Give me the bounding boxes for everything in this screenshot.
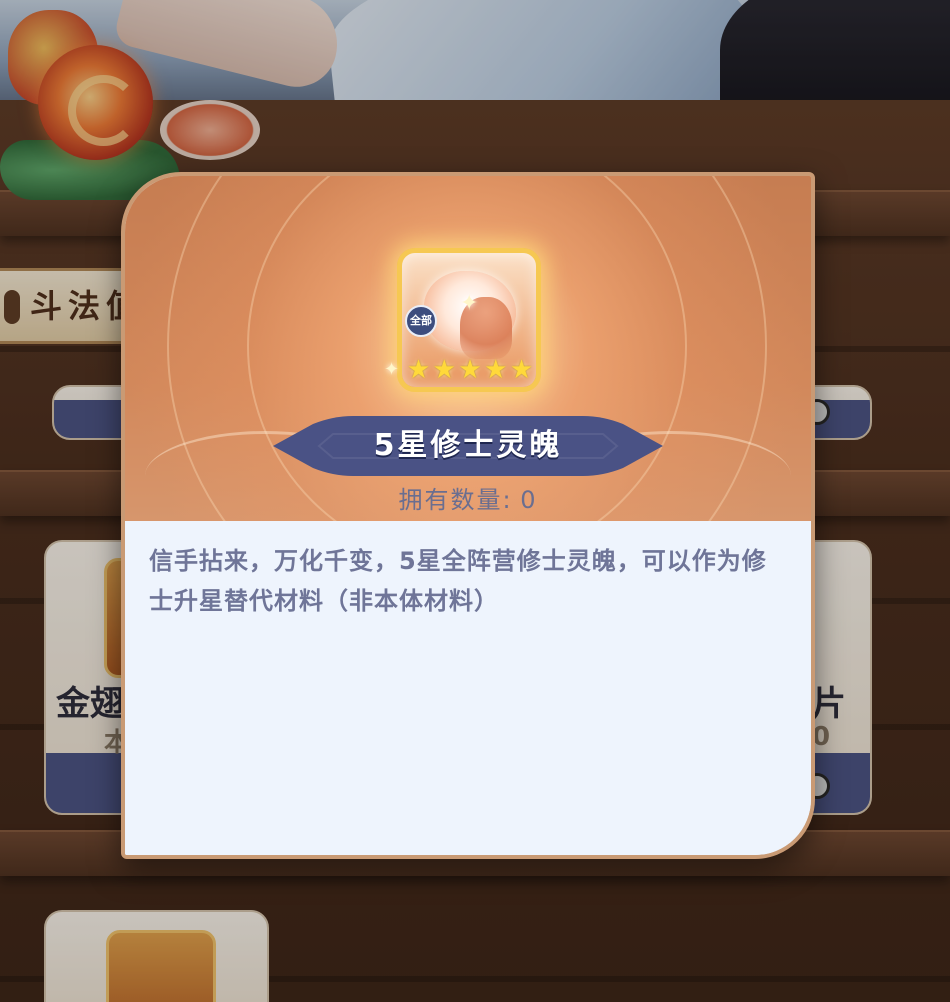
popup-header: ✦ ✦ 全部 ★ ★ ★ ★ ★ 5星修士灵魄 拥有数量: 0 — [125, 176, 811, 521]
star-icon: ★ — [509, 355, 534, 385]
item-description: 信手拈来，万化千变，5星全阵营修士灵魄，可以作为修士升星替代材料（非本体材料） — [149, 547, 767, 615]
title-banner: 5星修士灵魄 — [273, 416, 663, 476]
item-icon-frame: ✦ ✦ 全部 ★ ★ ★ ★ ★ — [384, 248, 541, 392]
sparkle-icon: ✦ — [384, 359, 400, 380]
star-icon: ★ — [458, 355, 482, 385]
item-title: 5星修士灵魄 — [373, 428, 563, 463]
star-icon: ★ — [406, 355, 431, 385]
star-icon: ★ — [484, 355, 508, 385]
star-icon: ★ — [432, 355, 456, 385]
owned-value: 0 — [520, 486, 538, 514]
owned-label: 拥有数量: — [398, 486, 513, 514]
popup-body: 信手拈来，万化千变，5星全阵营修士灵魄，可以作为修士升星替代材料（非本体材料） — [125, 521, 811, 855]
star-rating: ★ ★ ★ ★ ★ — [406, 357, 534, 385]
item-detail-popup: ✦ ✦ 全部 ★ ★ ★ ★ ★ 5星修士灵魄 拥有数量: 0 信手拈来，万化千… — [121, 172, 815, 859]
sparkle-icon: ✦ — [460, 291, 479, 316]
owned-quantity: 拥有数量: 0 — [125, 483, 811, 517]
faction-badge: 全部 — [405, 305, 437, 337]
